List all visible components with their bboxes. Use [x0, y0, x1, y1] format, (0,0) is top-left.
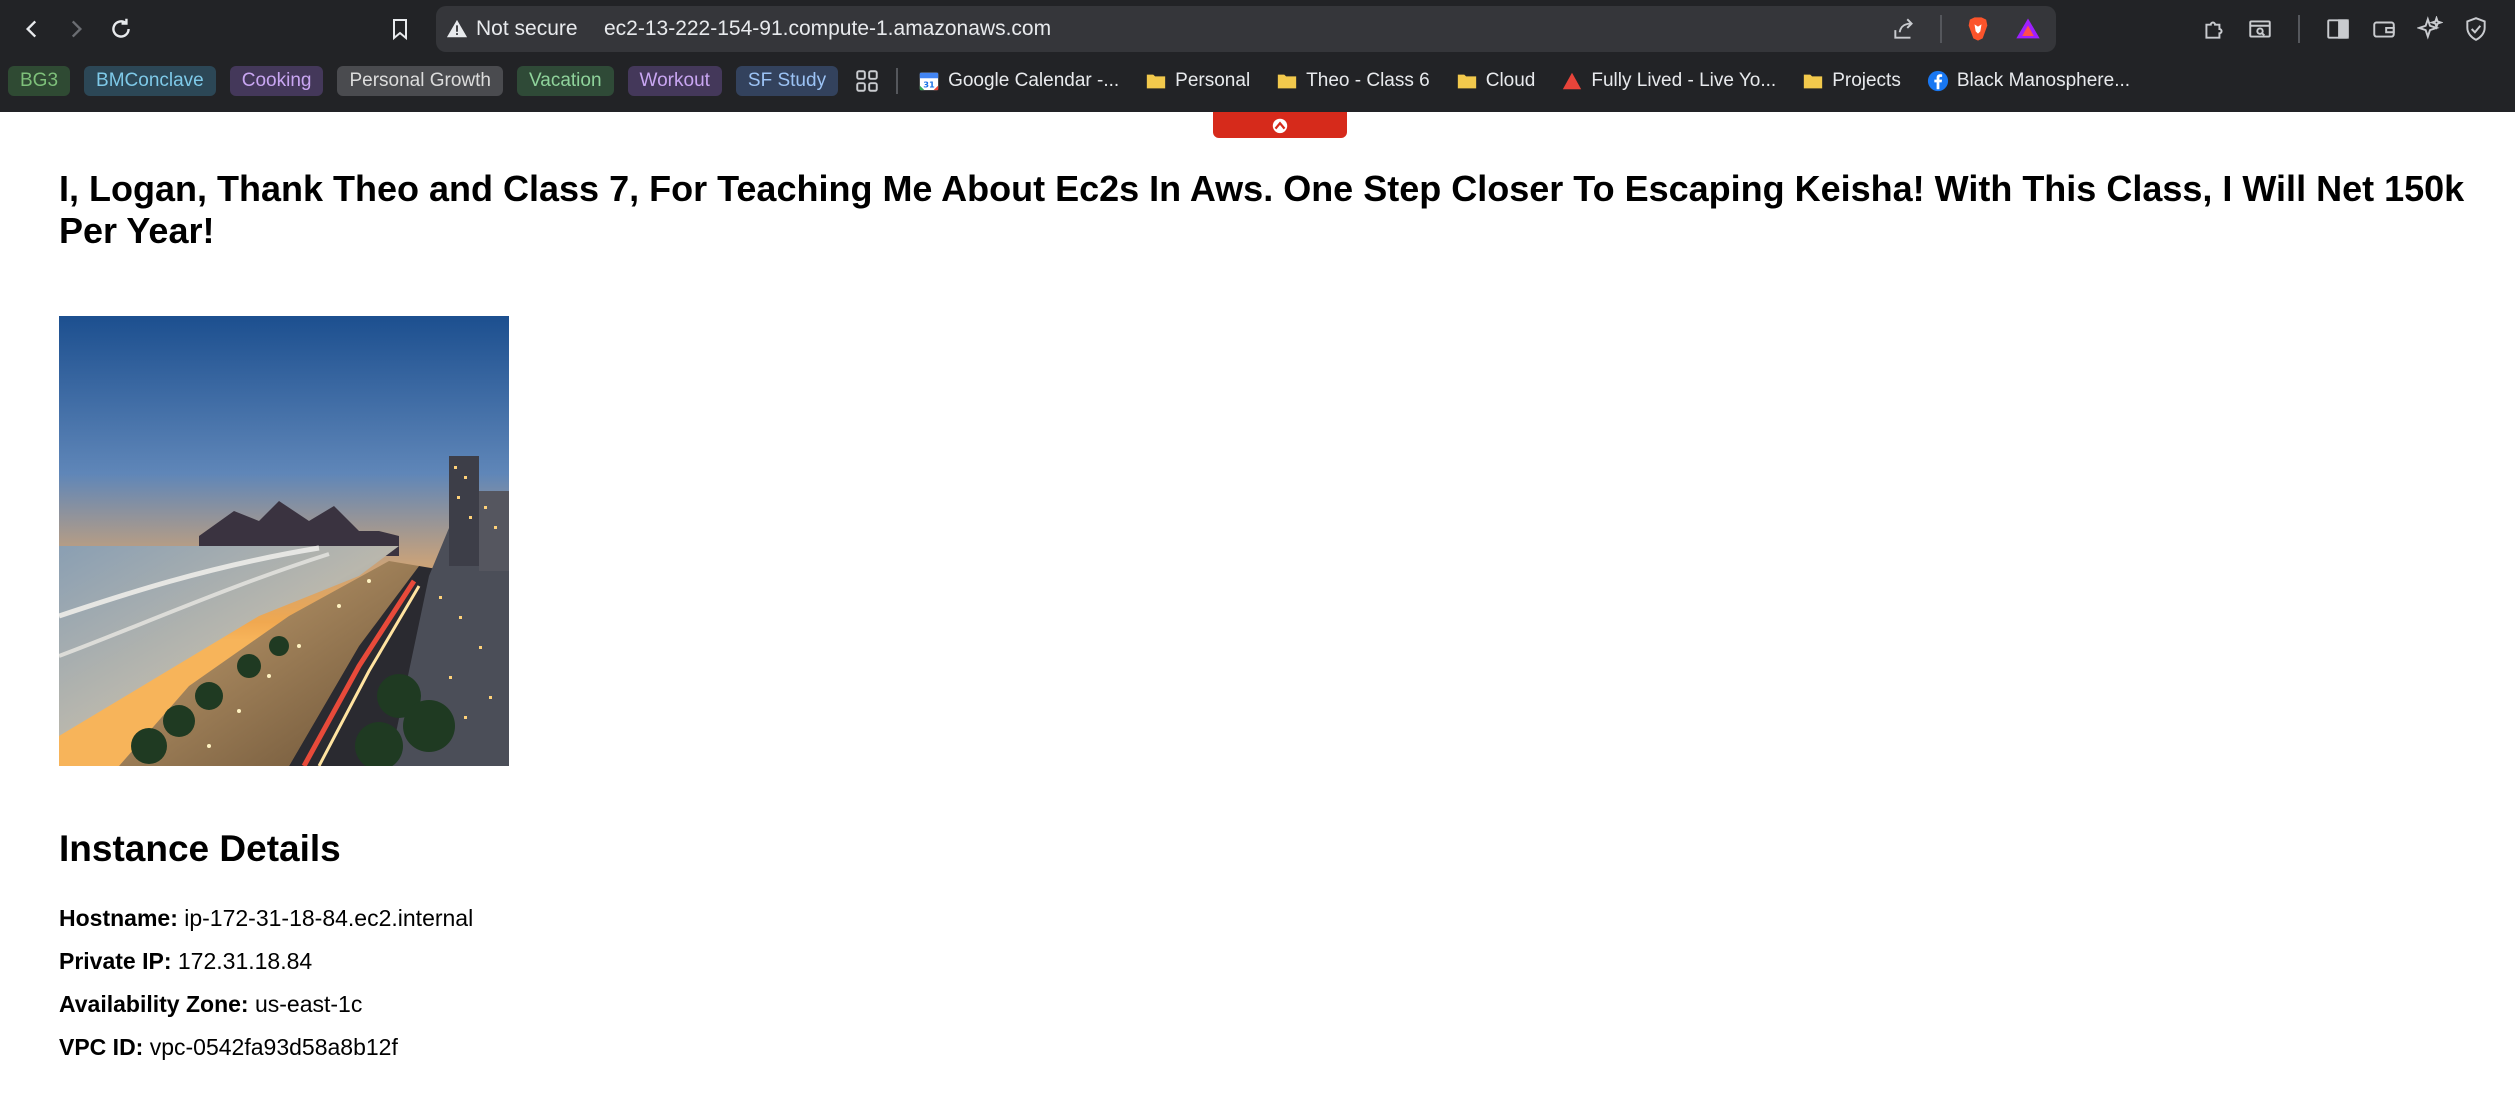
facebook-icon: [1927, 70, 1949, 92]
reload-icon: [112, 18, 130, 38]
reload-button[interactable]: [101, 9, 141, 49]
menu-icon[interactable]: [2508, 15, 2515, 43]
toolbar-divider: [2298, 15, 2300, 43]
extension-pull-tab[interactable]: [1213, 112, 1347, 138]
address-bar[interactable]: Not secure ec2-13-222-154-91.compute-1.a…: [436, 6, 2056, 52]
detail-vpc-id: VPC ID: vpc-0542fa93d58a8b12f: [59, 1032, 398, 1062]
brave-rewards-icon[interactable]: [2014, 15, 2042, 43]
detail-value: 172.31.18.84: [177, 948, 313, 974]
tab-group-chip[interactable]: BG3: [8, 66, 71, 96]
leo-ai-icon[interactable]: [2416, 15, 2444, 43]
folder-icon: [1456, 70, 1478, 92]
folder-icon: [1802, 70, 1824, 92]
browser-chrome: Not secure ec2-13-222-154-91.compute-1.a…: [0, 0, 2515, 112]
calendar-icon: 31: [918, 70, 940, 92]
triangle-logo-icon: [1561, 70, 1583, 92]
bookmark-item[interactable]: Black Manosphere...: [1921, 66, 2136, 96]
bookmark-item[interactable]: Cloud: [1450, 66, 1542, 96]
tab-group-chip[interactable]: Workout: [627, 66, 722, 96]
url-text[interactable]: ec2-13-222-154-91.compute-1.amazonaws.co…: [604, 6, 1051, 52]
tab-group-chip[interactable]: Vacation: [516, 66, 614, 96]
bookmark-label: Black Manosphere...: [1956, 70, 2131, 91]
puzzle-icon[interactable]: [2200, 15, 2228, 43]
detail-value: ip-172-31-18-84.ec2.internal: [184, 905, 474, 931]
bookmark-item[interactable]: Theo - Class 6: [1270, 66, 1436, 96]
beach-city-photo: [59, 316, 509, 766]
tab-group-chip[interactable]: BMConclave: [84, 66, 216, 96]
tab-search-icon[interactable]: [2246, 15, 2274, 43]
detail-label: Private IP:: [59, 948, 172, 974]
warning-icon: [446, 18, 468, 40]
back-button[interactable]: [12, 9, 52, 49]
chevron-right-icon: [71, 20, 83, 38]
brave-shields-icon[interactable]: [1964, 15, 1992, 43]
bookmarks-divider: [896, 68, 899, 94]
page-heading: I, Logan, Thank Theo and Class 7, For Te…: [59, 168, 2465, 251]
wallet-icon[interactable]: [2370, 15, 2398, 43]
tab-group-chip[interactable]: Personal Growth: [337, 66, 503, 96]
browser-toolbar: Not secure ec2-13-222-154-91.compute-1.a…: [0, 0, 2515, 58]
bookmark-icon: [393, 19, 407, 41]
bookmark-item[interactable]: Fully Lived - Live Yo...: [1555, 66, 1782, 96]
detail-label: VPC ID:: [59, 1034, 144, 1060]
bookmark-page-button[interactable]: [380, 9, 420, 49]
bookmark-label: Fully Lived - Live Yo...: [1591, 70, 1777, 91]
bookmark-item[interactable]: Personal: [1139, 66, 1256, 96]
detail-label: Hostname:: [59, 905, 178, 931]
apps-grid-icon[interactable]: [852, 66, 882, 96]
chevron-up-icon: [1272, 118, 1288, 134]
detail-label: Availability Zone:: [59, 991, 249, 1017]
folder-icon: [1276, 70, 1298, 92]
security-indicator[interactable]: Not secure: [446, 6, 578, 52]
bookmark-label: Cloud: [1485, 70, 1536, 91]
bookmark-label: Google Calendar -...: [948, 70, 1120, 91]
bookmark-label: Projects: [1832, 70, 1901, 91]
share-icon[interactable]: [1890, 15, 1918, 43]
detail-hostname: Hostname: ip-172-31-18-84.ec2.internal: [59, 903, 473, 933]
detail-value: us-east-1c: [254, 991, 363, 1017]
tab-group-chip[interactable]: SF Study: [735, 66, 839, 96]
bookmark-item[interactable]: 31 Google Calendar -...: [912, 66, 1125, 96]
bookmarks-bar: BG3 BMConclave Cooking Personal Growth Vacat…: [0, 62, 2515, 100]
svg-text:31: 31: [923, 79, 935, 89]
folder-icon: [1145, 70, 1167, 92]
toolbar-divider: [1940, 15, 1942, 43]
chevron-left-icon: [25, 20, 37, 38]
sidebar-icon[interactable]: [2324, 15, 2352, 43]
instance-details-title: Instance Details: [59, 828, 341, 869]
detail-availability-zone: Availability Zone: us-east-1c: [59, 989, 362, 1019]
bookmark-item[interactable]: Projects: [1796, 66, 1907, 96]
security-label: Not secure: [476, 17, 578, 40]
detail-private-ip: Private IP: 172.31.18.84: [59, 946, 312, 976]
forward-button[interactable]: [56, 9, 96, 49]
vpn-shield-icon[interactable]: [2462, 15, 2490, 43]
bookmark-label: Theo - Class 6: [1306, 70, 1430, 91]
tab-group-chip[interactable]: Cooking: [229, 66, 324, 96]
bookmark-label: Personal: [1175, 70, 1251, 91]
detail-value: vpc-0542fa93d58a8b12f: [149, 1034, 398, 1060]
extensions-area: [2200, 9, 2515, 49]
